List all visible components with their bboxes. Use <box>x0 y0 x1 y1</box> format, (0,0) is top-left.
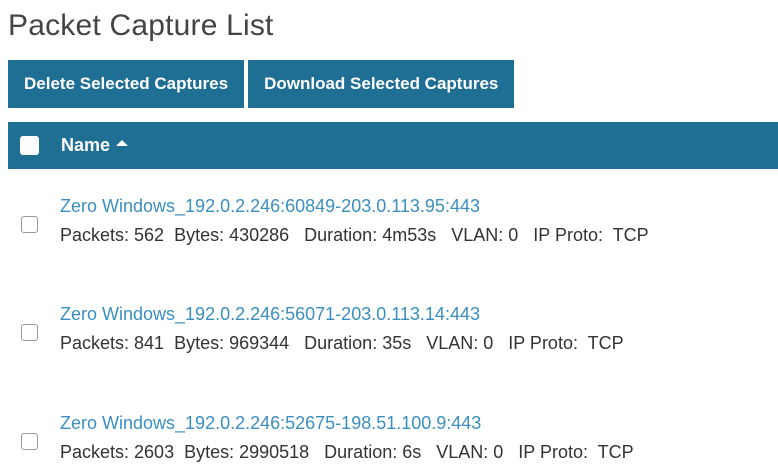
row-checkbox[interactable] <box>21 216 38 233</box>
download-selected-captures-button[interactable]: Download Selected Captures <box>248 60 515 108</box>
delete-selected-captures-button[interactable]: Delete Selected Captures <box>8 60 245 108</box>
table-row: Zero Windows_192.0.2.246:60849-203.0.113… <box>8 196 778 256</box>
capture-meta: Packets: 841 Bytes: 969344 Duration: 35s… <box>60 333 624 353</box>
row-checkbox[interactable] <box>21 433 38 450</box>
row-checkbox[interactable] <box>21 324 38 341</box>
capture-name-link[interactable]: Zero Windows_192.0.2.246:60849-203.0.113… <box>60 196 480 217</box>
capture-meta: Packets: 2603 Bytes: 2990518 Duration: 6… <box>60 442 634 462</box>
page-title: Packet Capture List <box>8 9 274 42</box>
select-all-checkbox[interactable] <box>20 136 39 155</box>
capture-meta: Packets: 562 Bytes: 430286 Duration: 4m5… <box>60 225 649 245</box>
name-column-header[interactable]: Name <box>61 135 129 156</box>
toolbar: Delete Selected Captures Download Select… <box>8 60 515 108</box>
table-row: Zero Windows_192.0.2.246:52675-198.51.10… <box>8 413 778 464</box>
table-header: Name <box>8 122 778 169</box>
table-row: Zero Windows_192.0.2.246:56071-203.0.113… <box>8 304 778 364</box>
packet-capture-page: Packet Capture List Delete Selected Capt… <box>0 0 778 464</box>
name-column-label: Name <box>61 135 111 155</box>
capture-name-link[interactable]: Zero Windows_192.0.2.246:56071-203.0.113… <box>60 304 480 325</box>
capture-name-link[interactable]: Zero Windows_192.0.2.246:52675-198.51.10… <box>60 413 481 434</box>
sort-ascending-icon <box>116 139 129 146</box>
